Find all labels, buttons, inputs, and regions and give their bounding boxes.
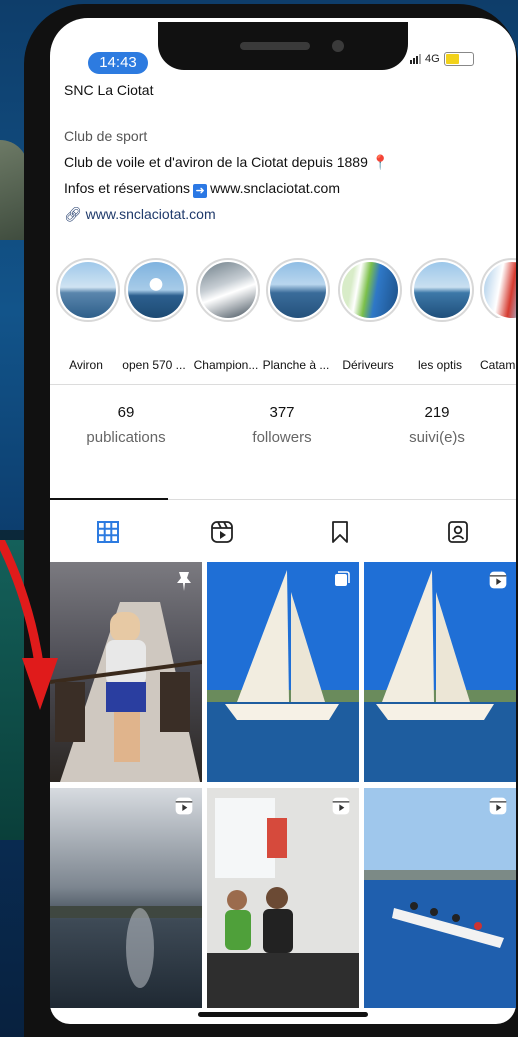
bio-line2: Infos et réservations ➜ www.snclaciotat.co… — [64, 175, 389, 201]
posts-label: publications — [86, 429, 166, 446]
highlight-optis[interactable]: les optis — [410, 258, 474, 372]
signal-icon — [410, 54, 421, 64]
highlight-planche[interactable]: Planche à ... — [263, 258, 330, 372]
posts-count: 69 — [117, 404, 135, 421]
stat-following[interactable]: 219 suivi(e)s — [377, 404, 497, 446]
home-indicator[interactable] — [198, 1012, 368, 1017]
location-pin-icon: 📍 — [371, 154, 390, 170]
post-tile[interactable] — [364, 788, 516, 1008]
following-label: suivi(e)s — [409, 429, 465, 446]
highlight-thumbnail — [414, 262, 470, 318]
highlight-open570[interactable]: open 570 ... — [122, 258, 188, 372]
red-annotation-arrow-icon — [0, 540, 58, 710]
stat-posts[interactable]: 69 publications — [66, 404, 186, 446]
notch-speaker — [240, 42, 310, 50]
highlight-championnat[interactable]: Champion... — [194, 258, 260, 372]
reel-icon — [332, 797, 350, 815]
highlight-ring — [124, 258, 188, 322]
tab-reels[interactable] — [202, 512, 242, 552]
profile-category: Club de sport — [64, 128, 148, 144]
following-count: 219 — [424, 404, 450, 421]
network-label: 4G — [425, 53, 440, 65]
reel-icon — [489, 797, 507, 815]
tab-saved[interactable] — [320, 512, 360, 552]
highlight-ring — [196, 258, 260, 322]
followers-label: followers — [252, 429, 312, 446]
highlight-thumbnail — [60, 262, 116, 318]
tab-posts[interactable] — [88, 512, 128, 552]
notch-camera — [332, 40, 344, 52]
highlight-catamaran[interactable]: Catam — [480, 258, 516, 372]
highlight-thumbnail — [200, 262, 256, 318]
carousel-icon — [335, 571, 350, 586]
status-time: 14:43 — [88, 52, 148, 74]
post-tile[interactable] — [207, 788, 359, 1008]
highlight-ring — [410, 258, 474, 322]
arrow-right-icon: ➜ — [193, 184, 208, 198]
tab-tagged[interactable] — [438, 512, 478, 552]
stat-followers[interactable]: 377 followers — [222, 404, 342, 446]
highlight-ring — [56, 258, 120, 322]
account-name: SNC La Ciotat — [64, 82, 154, 98]
website-link[interactable]: www.snclaciotat.com — [86, 206, 216, 222]
website-row[interactable]: 🔗︎ www.snclaciotat.com — [64, 201, 389, 227]
bookmark-icon — [332, 521, 348, 543]
status-indicators: 4G — [410, 52, 474, 66]
pin-icon — [177, 572, 191, 591]
post-tile[interactable] — [207, 562, 359, 782]
bio-text: Club de voile et d'aviron de la Ciotat d… — [64, 154, 368, 170]
highlight-label: Catam — [480, 358, 516, 372]
post-image — [50, 788, 202, 1008]
post-grid — [50, 562, 516, 1008]
reel-icon — [175, 797, 193, 815]
highlight-thumbnail — [484, 262, 516, 318]
post-tile[interactable] — [50, 788, 202, 1008]
divider — [50, 384, 516, 385]
grid-icon — [97, 521, 119, 543]
bio-info-text: Infos et réservations — [64, 180, 191, 196]
post-tile[interactable] — [364, 562, 516, 782]
highlight-ring — [266, 258, 330, 322]
highlight-aviron[interactable]: Aviron — [56, 258, 120, 372]
profile-tabs — [50, 500, 516, 560]
reels-icon — [211, 521, 233, 543]
post-tile[interactable] — [50, 562, 202, 782]
highlight-thumbnail — [270, 262, 326, 318]
tagged-user-icon — [448, 521, 468, 543]
profile-bio: Club de sport Club de voile et d'aviron … — [64, 123, 389, 227]
followers-count: 377 — [269, 404, 295, 421]
highlight-thumbnail — [128, 262, 184, 318]
post-image — [50, 562, 202, 782]
highlight-ring — [338, 258, 402, 322]
post-image — [207, 788, 359, 1008]
post-image — [207, 562, 359, 782]
battery-icon — [443, 52, 474, 66]
post-image — [364, 562, 516, 782]
highlight-deriveurs[interactable]: Dériveurs — [338, 258, 402, 372]
highlight-ring — [480, 258, 516, 318]
highlight-label: les optis — [417, 358, 463, 372]
link-icon: 🔗︎ — [64, 206, 82, 222]
bio-line1: Club de voile et d'aviron de la Ciotat d… — [64, 149, 389, 175]
bio-inline-link[interactable]: www.snclaciotat.com — [210, 180, 340, 196]
post-image — [364, 788, 516, 1008]
reel-icon — [489, 571, 507, 589]
highlight-thumbnail — [342, 262, 398, 318]
